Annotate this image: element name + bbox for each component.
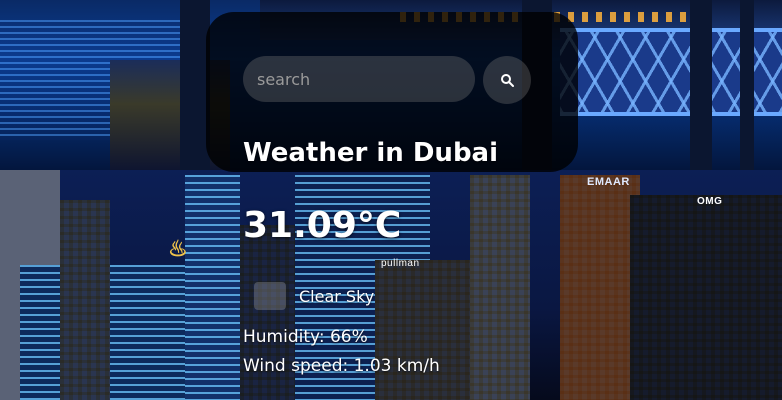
omg-sign: OMG xyxy=(697,196,723,207)
bridge-pillar xyxy=(740,0,754,170)
bridge-pillar xyxy=(690,0,712,170)
city-title: Weather in Dubai xyxy=(243,138,499,168)
building xyxy=(470,175,530,400)
emaar-sign: EMAAR xyxy=(587,176,630,188)
building xyxy=(630,195,782,400)
search-icon xyxy=(501,74,514,87)
building xyxy=(560,175,640,400)
humidity: Humidity: 66% xyxy=(243,327,368,347)
search-input[interactable] xyxy=(243,56,475,102)
weather-icon xyxy=(254,282,286,310)
building xyxy=(60,200,110,400)
weather-description: Clear Sky xyxy=(299,287,375,306)
temperature: 31.09°C xyxy=(243,205,402,246)
search-button[interactable] xyxy=(483,56,531,104)
building-logo-icon: ♨ xyxy=(168,236,189,261)
pullman-sign: pullman xyxy=(381,258,420,269)
building xyxy=(185,175,240,400)
wind-speed: Wind speed: 1.03 km/h xyxy=(243,356,440,376)
